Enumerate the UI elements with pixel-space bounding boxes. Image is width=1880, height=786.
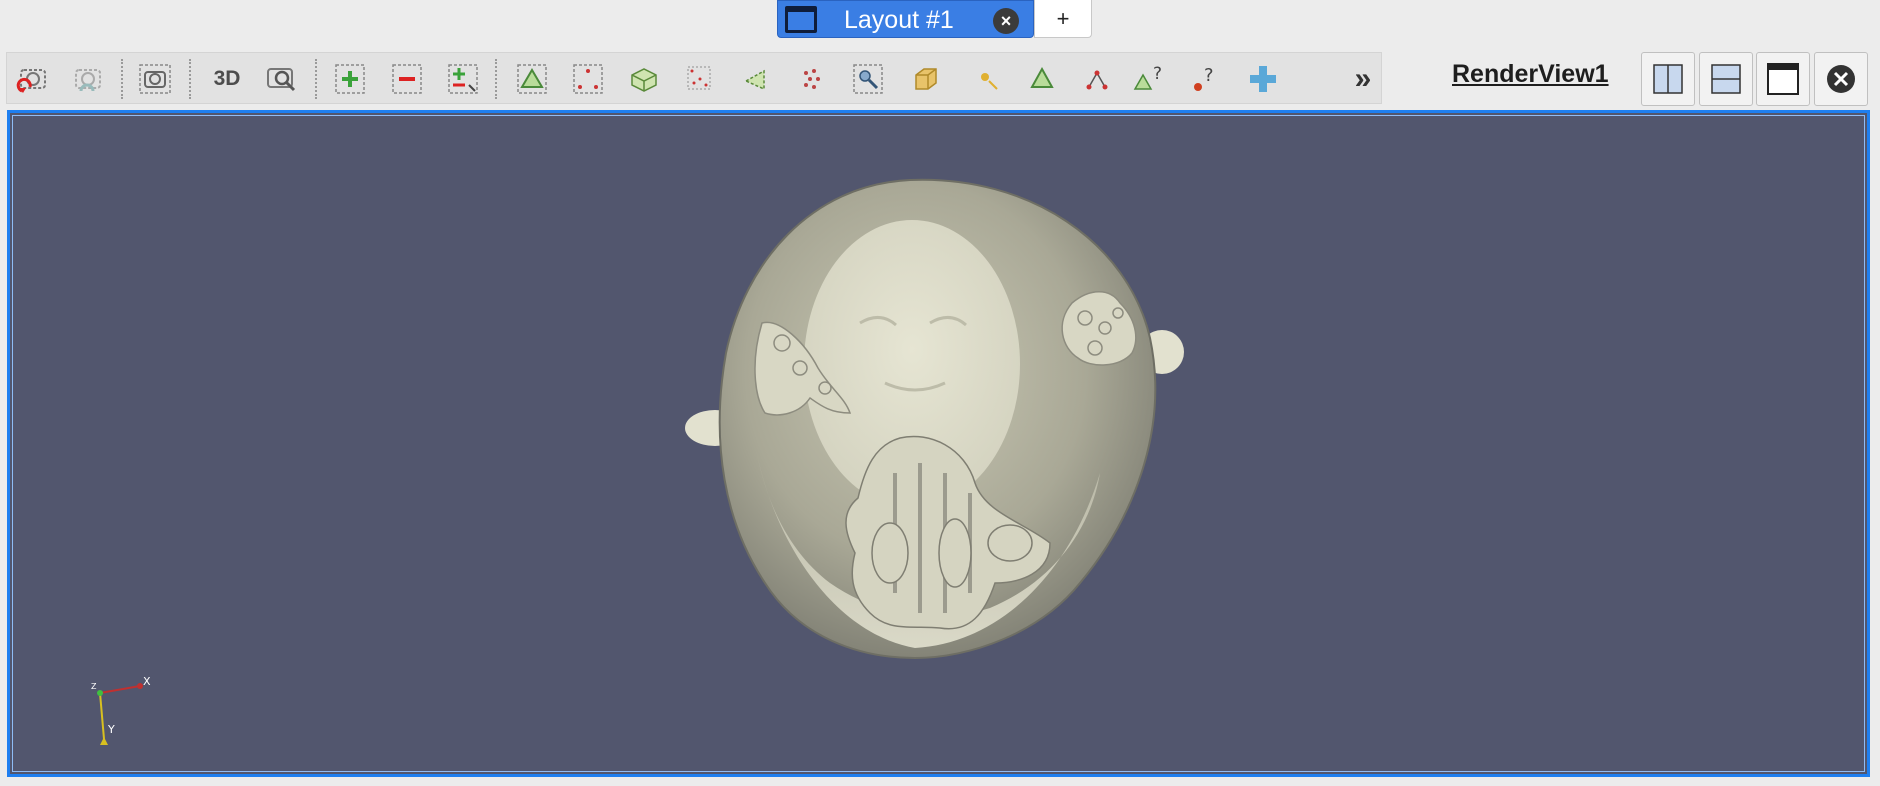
add-selection-icon[interactable] — [330, 59, 370, 99]
axis-label-z: Z — [91, 682, 97, 691]
close-view-icon — [1827, 65, 1855, 93]
close-tab-icon[interactable]: × — [993, 8, 1019, 34]
select-points-on-icon[interactable] — [568, 59, 608, 99]
reset-camera-closest-icon[interactable] — [69, 59, 109, 99]
more-chevron-icon[interactable]: » — [1343, 59, 1383, 99]
svg-text:?: ? — [1204, 65, 1214, 86]
split-horizontal-button[interactable] — [1641, 52, 1695, 106]
select-block-icon[interactable] — [848, 59, 888, 99]
toggle-3d-button[interactable]: 3D — [207, 59, 247, 99]
render-view-toolbar: 3D ? ? » — [6, 52, 1382, 104]
layout-window-icon — [785, 6, 817, 33]
tab-label: Layout #1 — [844, 6, 954, 34]
interactive-select-icon[interactable] — [906, 59, 946, 99]
split-vertical-button[interactable] — [1699, 52, 1753, 106]
clear-selection-icon[interactable] — [1243, 59, 1283, 99]
capture-screenshot-icon[interactable] — [135, 59, 175, 99]
tab-layout-1[interactable]: Layout #1 × — [777, 0, 1034, 38]
close-view-button[interactable] — [1814, 52, 1868, 106]
select-cells-on-icon[interactable] — [512, 59, 552, 99]
maximize-icon — [1767, 63, 1799, 95]
svg-text:?: ? — [1153, 64, 1162, 84]
head-isosurface-render[interactable] — [10, 113, 1867, 774]
select-points-polygon-icon[interactable] — [792, 59, 832, 99]
query-points-icon[interactable]: ? — [1186, 59, 1226, 99]
reset-camera-icon[interactable] — [14, 59, 54, 99]
maximize-view-button[interactable] — [1756, 52, 1810, 106]
select-points-through-icon[interactable] — [680, 59, 720, 99]
layout-tab-bar: Layout #1 × + — [0, 0, 1880, 44]
query-cells-icon[interactable]: ? — [1131, 59, 1171, 99]
split-vertical-icon — [1711, 64, 1741, 94]
axis-label-x: X — [143, 675, 151, 688]
hover-cells-icon[interactable] — [1022, 59, 1062, 99]
subtract-selection-icon[interactable] — [387, 59, 427, 99]
add-layout-tab-button[interactable]: + — [1034, 0, 1092, 38]
render-view-canvas[interactable]: X Y Z — [7, 110, 1870, 777]
select-cells-through-icon[interactable] — [624, 59, 664, 99]
render-view-title[interactable]: RenderView1 — [1452, 60, 1609, 89]
zoom-to-box-icon[interactable] — [262, 59, 302, 99]
axis-label-y: Y — [107, 723, 115, 736]
select-cells-polygon-icon[interactable] — [736, 59, 776, 99]
orientation-axes: X Y Z — [91, 675, 151, 745]
split-horizontal-icon — [1653, 64, 1683, 94]
hover-points-icon[interactable] — [969, 59, 1009, 99]
toggle-selection-icon[interactable] — [443, 59, 483, 99]
grow-selection-icon[interactable] — [1077, 59, 1117, 99]
